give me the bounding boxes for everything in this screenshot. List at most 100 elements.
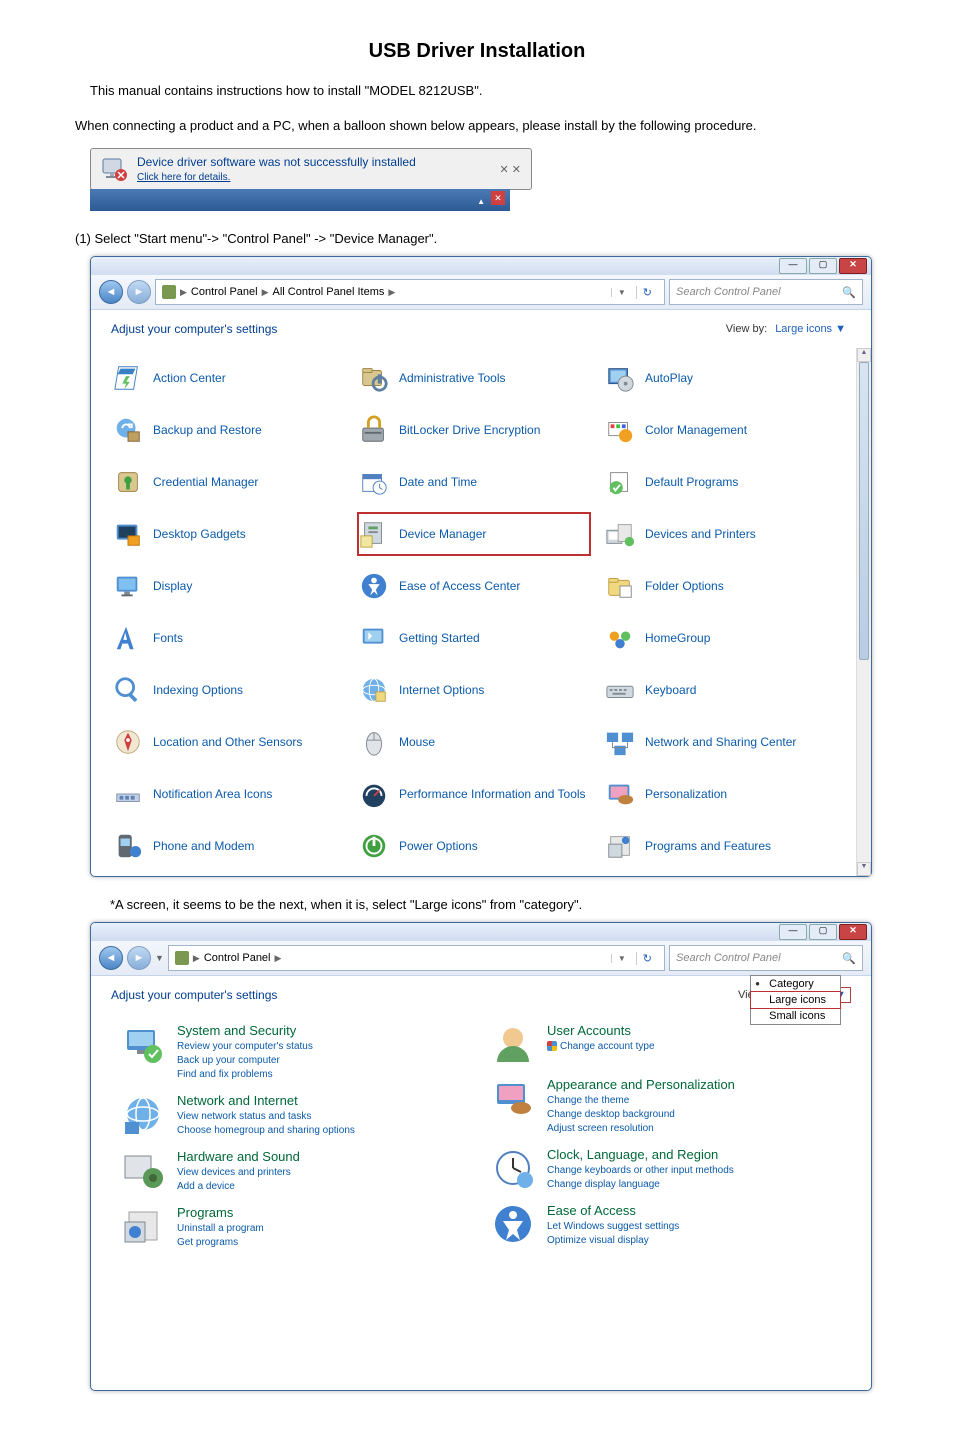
search-icon[interactable]: 🔍 [842,952,856,965]
forward-button[interactable]: ► [127,280,151,304]
cp-item-display[interactable]: Display [111,564,345,608]
category-link[interactable]: Adjust screen resolution [547,1122,735,1136]
menu-category[interactable]: Category [751,976,840,992]
category-link[interactable]: Change account type [547,1040,655,1054]
category-icon [121,1204,165,1248]
cp-item-action-center[interactable]: Action Center [111,356,345,400]
category-link[interactable]: Change desktop background [547,1108,735,1122]
refresh-icon[interactable]: ↻ [636,286,658,299]
breadcrumb-dropdown-icon[interactable]: ▼ [611,954,632,963]
cp-item-mouse[interactable]: Mouse [357,720,591,764]
balloon-subtitle[interactable]: Click here for details. [137,172,230,183]
minimize-button[interactable]: — [779,924,807,940]
category-title[interactable]: User Accounts [547,1023,631,1038]
cp-item-label: Desktop Gadgets [153,527,246,541]
maximize-button[interactable]: ▢ [809,258,837,274]
category-title[interactable]: Programs [177,1205,233,1220]
close-button[interactable]: ✕ [839,258,867,274]
category-link[interactable]: Optimize visual display [547,1234,679,1248]
category-link[interactable]: Change the theme [547,1094,735,1108]
cp-item-folder-options[interactable]: Folder Options [603,564,837,608]
connect-text: When connecting a product and a PC, when… [75,118,894,133]
cp-icon [605,675,635,705]
back-button[interactable]: ◄ [99,280,123,304]
category-link[interactable]: View devices and printers [177,1166,300,1180]
category-link[interactable]: Review your computer's status [177,1040,313,1054]
back-button[interactable]: ◄ [99,946,123,970]
forward-button[interactable]: ► [127,946,151,970]
cp-item-ease-of-access-center[interactable]: Ease of Access Center [357,564,591,608]
category-title[interactable]: System and Security [177,1023,296,1038]
category-link[interactable]: Change display language [547,1178,734,1192]
category-link[interactable]: Change keyboards or other input methods [547,1164,734,1178]
taskbar-error-icon[interactable]: ✕ [491,191,505,205]
category-link[interactable]: View network status and tasks [177,1110,355,1124]
category-link[interactable]: Get programs [177,1236,264,1250]
cp-item-fonts[interactable]: Fonts [111,616,345,660]
cp-item-default-programs[interactable]: Default Programs [603,460,837,504]
search-icon[interactable]: 🔍 [842,286,856,299]
cp-item-personalization[interactable]: Personalization [603,772,837,816]
category-title[interactable]: Ease of Access [547,1203,636,1218]
scroll-down-icon[interactable]: ▼ [857,862,871,876]
cp-item-getting-started[interactable]: Getting Started [357,616,591,660]
cp-item-network-and-sharing-center[interactable]: Network and Sharing Center [603,720,837,764]
category-link[interactable]: Uninstall a program [177,1222,264,1236]
cp-item-internet-options[interactable]: Internet Options [357,668,591,712]
breadcrumb-dropdown-icon[interactable]: ▼ [611,288,632,297]
cp-icon [605,415,635,445]
cp-item-phone-and-modem[interactable]: Phone and Modem [111,824,345,868]
category-title[interactable]: Network and Internet [177,1093,298,1108]
cp-item-color-management[interactable]: Color Management [603,408,837,452]
category-link[interactable]: Find and fix problems [177,1068,313,1082]
refresh-icon[interactable]: ↻ [636,952,658,965]
cp-item-label: Programs and Features [645,839,771,853]
scrollbar[interactable]: ▲ ▼ [856,348,871,876]
cp-item-programs-and-features[interactable]: Programs and Features [603,824,837,868]
category-title[interactable]: Appearance and Personalization [547,1077,735,1092]
cp-item-autoplay[interactable]: AutoPlay [603,356,837,400]
cp-item-performance-information-and-tools[interactable]: Performance Information and Tools [357,772,591,816]
breadcrumb-1[interactable]: Control Panel [204,952,271,964]
balloon-close-icon[interactable]: ✕ ✕ [500,163,522,176]
breadcrumb[interactable]: ▶ Control Panel ▶ All Control Panel Item… [155,279,665,305]
cp-item-bitlocker-drive-encryption[interactable]: BitLocker Drive Encryption [357,408,591,452]
cp-item-device-manager[interactable]: Device Manager [357,512,591,556]
cp-item-date-and-time[interactable]: Date and Time [357,460,591,504]
breadcrumb-2[interactable]: All Control Panel Items [273,286,385,298]
cp-item-credential-manager[interactable]: Credential Manager [111,460,345,504]
view-by-dropdown[interactable]: Large icons ▼ [770,321,851,337]
cp-item-homegroup[interactable]: HomeGroup [603,616,837,660]
cp-item-backup-and-restore[interactable]: Backup and Restore [111,408,345,452]
cp-item-desktop-gadgets[interactable]: Desktop Gadgets [111,512,345,556]
menu-small-icons[interactable]: Small icons [751,1008,840,1024]
cp-item-keyboard[interactable]: Keyboard [603,668,837,712]
category-link[interactable]: Let Windows suggest settings [547,1220,679,1234]
category-title[interactable]: Hardware and Sound [177,1149,300,1164]
close-button[interactable]: ✕ [839,924,867,940]
view-by-label: View by: [726,323,767,335]
category-user-accounts: User Accounts Change account type [491,1022,841,1066]
cp-item-administrative-tools[interactable]: Administrative Tools [357,356,591,400]
scroll-thumb[interactable] [859,362,869,660]
menu-large-icons[interactable]: Large icons [751,992,840,1008]
category-link[interactable]: Choose homegroup and sharing options [177,1124,355,1138]
breadcrumb[interactable]: ▶ Control Panel ▶ ▼ ↻ [168,945,665,971]
cp-item-location-and-other-sensors[interactable]: Location and Other Sensors [111,720,345,764]
cp-item-indexing-options[interactable]: Indexing Options [111,668,345,712]
scroll-up-icon[interactable]: ▲ [857,348,871,362]
minimize-button[interactable]: — [779,258,807,274]
breadcrumb-1[interactable]: Control Panel [191,286,258,298]
cp-item-label: BitLocker Drive Encryption [399,423,540,437]
taskbar-tray-icon[interactable]: ▲ [477,197,485,206]
category-link[interactable]: Back up your computer [177,1054,313,1068]
search-input[interactable]: Search Control Panel 🔍 [669,279,863,305]
cp-item-notification-area-icons[interactable]: Notification Area Icons [111,772,345,816]
category-link[interactable]: Add a device [177,1180,300,1194]
maximize-button[interactable]: ▢ [809,924,837,940]
cp-item-power-options[interactable]: Power Options [357,824,591,868]
view-by-menu[interactable]: Category Large icons Small icons [750,975,841,1025]
category-title[interactable]: Clock, Language, and Region [547,1147,718,1162]
search-input[interactable]: Search Control Panel 🔍 [669,945,863,971]
cp-item-devices-and-printers[interactable]: Devices and Printers [603,512,837,556]
